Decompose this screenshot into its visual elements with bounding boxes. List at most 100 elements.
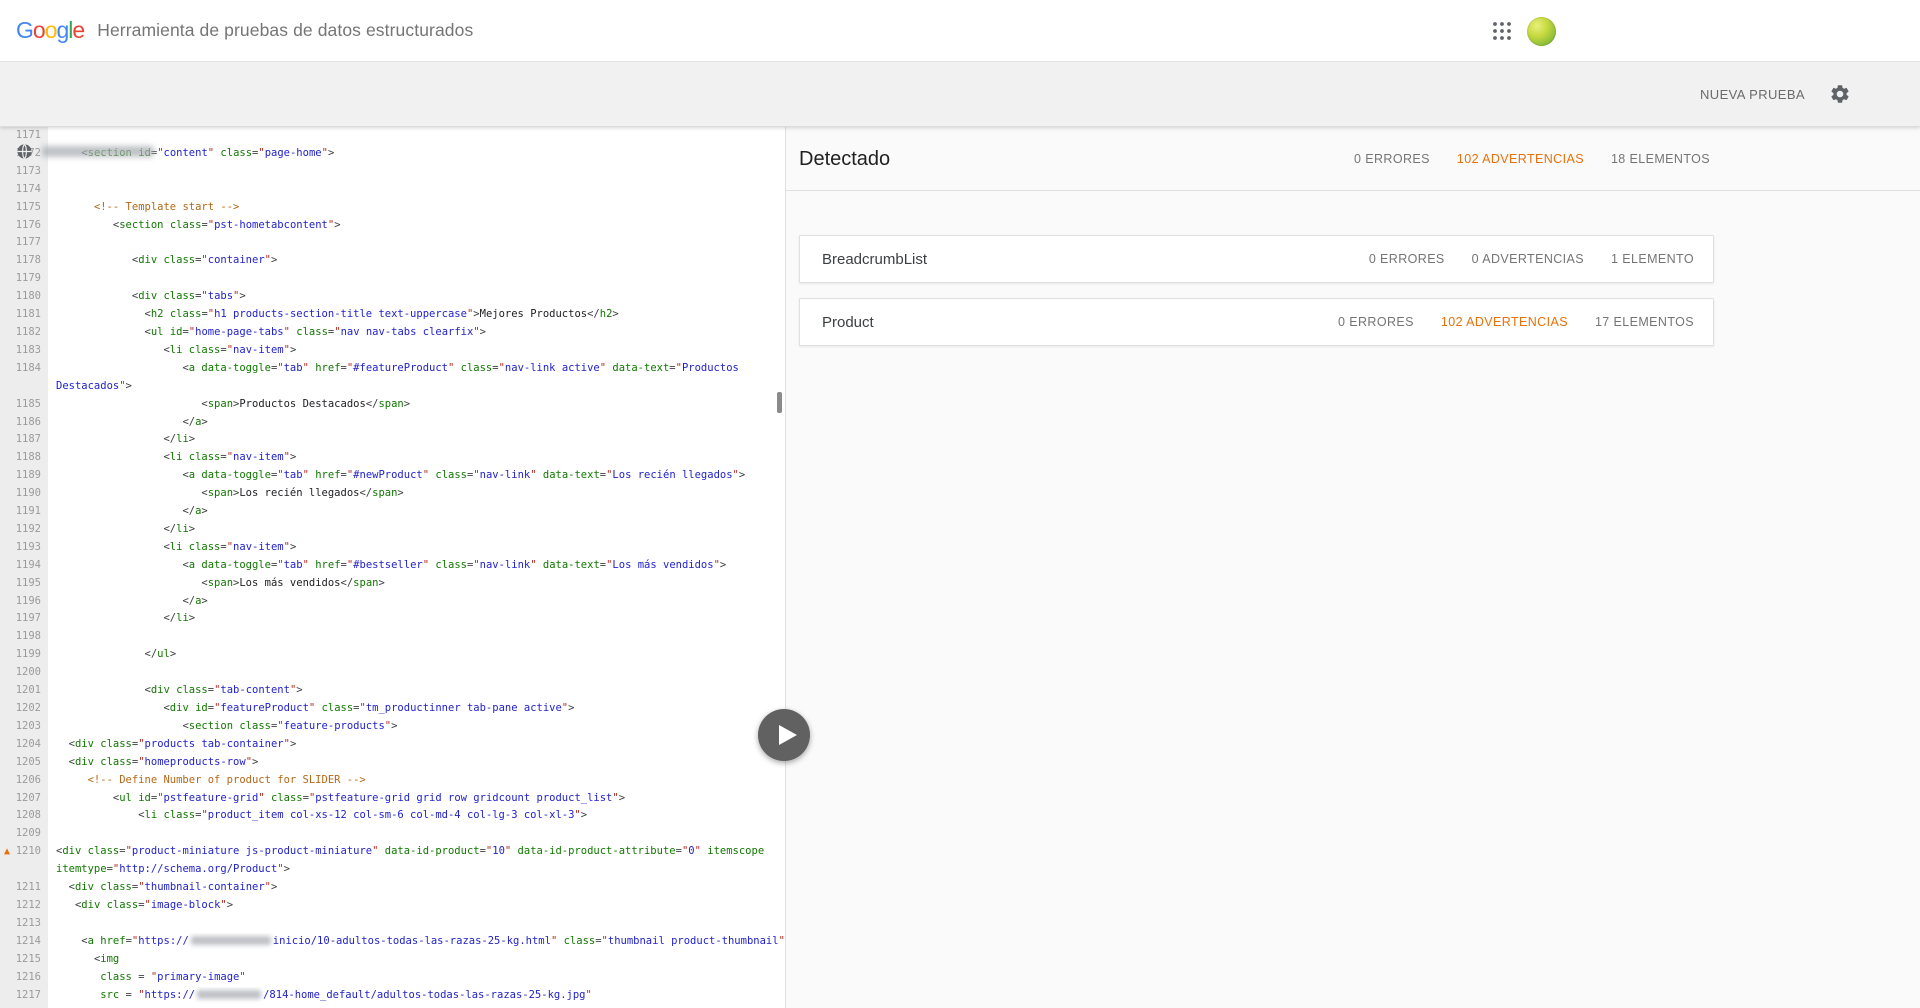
line-number: 1194: [0, 557, 48, 575]
line-number: 1177: [0, 234, 48, 252]
results-panel: Detectado 0 ERRORES 102 ADVERTENCIAS 18 …: [785, 127, 1920, 1008]
card-warnings: 102 ADVERTENCIAS: [1441, 315, 1568, 329]
code-line: ▲1210<div class="product-miniature js-pr…: [0, 843, 785, 861]
line-number: 1195: [0, 575, 48, 593]
redacted-url-segment: [191, 936, 271, 945]
app-header: Google Herramienta de pruebas de datos e…: [0, 0, 1920, 62]
code-line: 1214 <a href="https://inicio/10-adultos-…: [0, 933, 785, 951]
url-toolbar: NUEVA PRUEBA: [0, 62, 1920, 127]
code-text: Destacados">: [48, 378, 785, 396]
code-text: [48, 234, 785, 252]
tested-url-redacted[interactable]: [42, 146, 154, 157]
code-text: <span>Los más vendidos</span>: [48, 575, 785, 593]
code-line: 1195 <span>Los más vendidos</span>: [0, 575, 785, 593]
line-number: 1189: [0, 467, 48, 485]
line-number: 1216: [0, 969, 48, 987]
code-text: <a data-toggle="tab" href="#bestseller" …: [48, 557, 785, 575]
apps-grid-icon[interactable]: [1493, 22, 1511, 40]
code-text: <!-- Define Number of product for SLIDER…: [48, 772, 785, 790]
code-text: </a>: [48, 503, 785, 521]
summary-stats: 0 ERRORES 102 ADVERTENCIAS 18 ELEMENTOS: [1354, 127, 1710, 191]
line-number: 1193: [0, 539, 48, 557]
code-text: [48, 127, 785, 145]
code-line: 1177: [0, 234, 785, 252]
avatar[interactable]: [1527, 17, 1556, 46]
card-elements: 17 ELEMENTOS: [1595, 315, 1694, 329]
line-number: 1205: [0, 754, 48, 772]
card-stats: 0 ERRORES102 ADVERTENCIAS17 ELEMENTOS: [1338, 315, 1694, 329]
code-text: <h2 class="h1 products-section-title tex…: [48, 306, 785, 324]
code-text: <span>Productos Destacados</span>: [48, 396, 785, 414]
code-panel[interactable]: 11711172 <section id="content" class="pa…: [0, 127, 785, 1008]
run-validation-button[interactable]: [758, 709, 810, 761]
code-scrollbar-thumb[interactable]: [777, 392, 782, 413]
code-text: <div class="tabs">: [48, 288, 785, 306]
code-line: 1212 <div class="image-block">: [0, 897, 785, 915]
line-number: 1175: [0, 199, 48, 217]
line-number: 1203: [0, 718, 48, 736]
code-line: 1189 <a data-toggle="tab" href="#newProd…: [0, 467, 785, 485]
line-number: 1186: [0, 414, 48, 432]
code-text: <div class="tab-content">: [48, 682, 785, 700]
detected-type-name: BreadcrumbList: [822, 251, 927, 268]
code-text: [48, 915, 785, 933]
code-line: 1209: [0, 825, 785, 843]
line-number: 1179: [0, 270, 48, 288]
summary-elements: 18 ELEMENTOS: [1611, 152, 1710, 166]
card-stats: 0 ERRORES0 ADVERTENCIAS1 ELEMENTO: [1369, 252, 1694, 266]
line-number: 1176: [0, 217, 48, 235]
code-text: class = "primary-image": [48, 969, 785, 987]
code-line: 1188 <li class="nav-item">: [0, 449, 785, 467]
code-line: 1211 <div class="thumbnail-container">: [0, 879, 785, 897]
code-line: 1200: [0, 664, 785, 682]
line-number: 1204: [0, 736, 48, 754]
code-line: 1202 <div id="featureProduct" class="tm_…: [0, 700, 785, 718]
code-text: <li class="product_item col-xs-12 col-sm…: [48, 807, 785, 825]
code-line: 1215 <img: [0, 951, 785, 969]
code-text: <section class="feature-products">: [48, 718, 785, 736]
code-text: <a href="https://inicio/10-adultos-todas…: [48, 933, 785, 951]
code-text: [48, 163, 785, 181]
warning-marker-icon[interactable]: ▲: [4, 843, 10, 861]
code-line: 1179: [0, 270, 785, 288]
play-icon: [758, 709, 810, 761]
line-number: 1207: [0, 790, 48, 808]
detected-type-name: Product: [822, 314, 874, 331]
card-warnings: 0 ADVERTENCIAS: [1472, 252, 1584, 266]
code-line: 1190 <span>Los recién llegados</span>: [0, 485, 785, 503]
new-test-button[interactable]: NUEVA PRUEBA: [1700, 87, 1805, 102]
code-text: </a>: [48, 593, 785, 611]
logo-letter: o: [45, 17, 57, 43]
code-line: 1197 </li>: [0, 610, 785, 628]
code-line: 1182 <ul id="home-page-tabs" class="nav …: [0, 324, 785, 342]
globe-icon: [16, 143, 33, 160]
structured-data-testing-tool: Google Herramienta de pruebas de datos e…: [0, 0, 1920, 1008]
code-text: <section id="content" class="page-home">: [48, 145, 785, 163]
code-text: <span>Los recién llegados</span>: [48, 485, 785, 503]
line-number: 1184: [0, 360, 48, 378]
code-line: 1173: [0, 163, 785, 181]
code-text: <a data-toggle="tab" href="#featureProdu…: [48, 360, 785, 378]
code-text: <ul id="home-page-tabs" class="nav nav-t…: [48, 324, 785, 342]
detected-type-card[interactable]: Product0 ERRORES102 ADVERTENCIAS17 ELEME…: [799, 298, 1714, 346]
code-text: </li>: [48, 610, 785, 628]
settings-gear-icon[interactable]: [1829, 83, 1851, 105]
google-logo[interactable]: Google: [16, 17, 84, 44]
logo-letter: g: [56, 17, 68, 43]
code-line: 1206 <!-- Define Number of product for S…: [0, 772, 785, 790]
line-number: 1211: [0, 879, 48, 897]
logo-letter: G: [16, 17, 33, 43]
code-text: </ul>: [48, 646, 785, 664]
code-line: 1204 <div class="products tab-container"…: [0, 736, 785, 754]
detected-type-card[interactable]: BreadcrumbList 0 ERRORES0 ADVERTENCIAS1 E…: [799, 235, 1714, 283]
code-line: 1208 <li class="product_item col-xs-12 c…: [0, 807, 785, 825]
code-text: <div class="homeproducts-row">: [48, 754, 785, 772]
code-text: </a>: [48, 414, 785, 432]
code-text: </li>: [48, 431, 785, 449]
code-text: itemtype="http://schema.org/Product">: [48, 861, 785, 879]
code-line: 1198: [0, 628, 785, 646]
line-number: 1199: [0, 646, 48, 664]
line-number: 1188: [0, 449, 48, 467]
line-number: 1192: [0, 521, 48, 539]
code-text: <div class="thumbnail-container">: [48, 879, 785, 897]
